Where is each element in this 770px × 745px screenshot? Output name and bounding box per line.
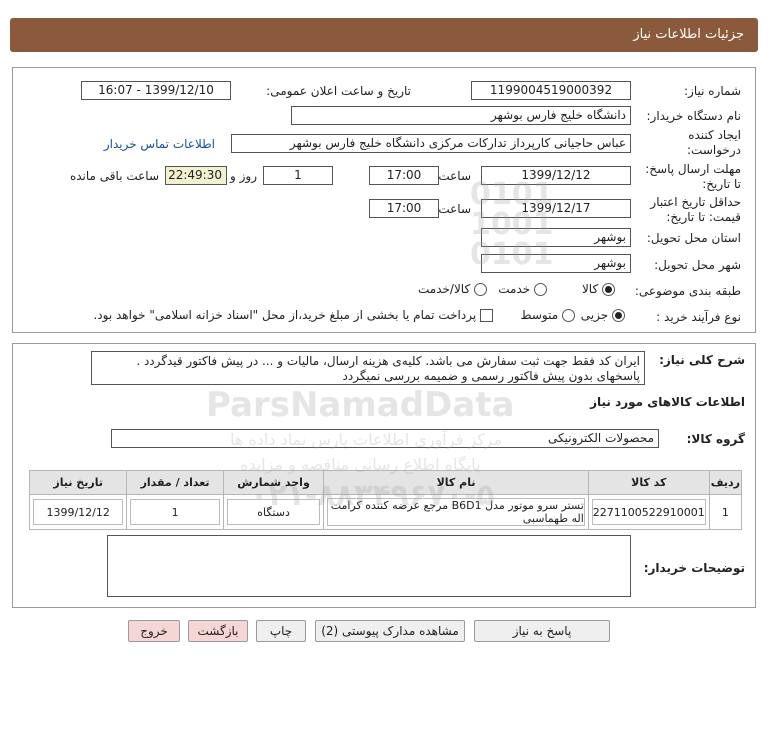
col-unit: واحد شمارش <box>222 470 325 495</box>
buyer-org-label: نام دستگاه خریدار: <box>646 109 742 123</box>
summary-line-1: ایران کد فقط جهت ثبت سفارش می باشد. کلیه… <box>136 354 640 368</box>
exit-button[interactable]: خروج <box>128 620 180 642</box>
announce-date-label: تاریخ و ساعت اعلان عمومی: <box>266 84 411 98</box>
need-number-label: شماره نیاز: <box>684 84 741 98</box>
treasury-payment-option[interactable]: پرداخت تمام یا بخشی از مبلغ خرید،از محل … <box>93 308 493 322</box>
category-option-goods-service[interactable]: کالا/خدمت <box>418 282 487 296</box>
page-title: جزئیات اطلاعات نیاز <box>633 27 744 42</box>
cell-code: 2271100522910001 <box>591 499 706 525</box>
treasury-checkbox[interactable] <box>480 309 493 322</box>
cell-unit: دستگاه <box>226 499 321 525</box>
col-code: کد کالا <box>587 470 710 495</box>
deadline-label-2: تا تاریخ: <box>702 177 741 191</box>
buyer-contact-link[interactable]: اطلاعات تماس خریدار <box>104 137 215 151</box>
table-row: 1 2271100522910001 تستر سرو موتور مدل B6… <box>28 494 743 530</box>
process-option-small[interactable]: جزیی <box>581 308 625 322</box>
radio-service[interactable] <box>534 283 547 296</box>
summary-text: ایران کد فقط جهت ثبت سفارش می باشد. کلیه… <box>91 351 645 385</box>
creator-label: ایجاد کننده <box>688 128 741 142</box>
buyer-org-field: دانشگاه خلیج فارس بوشهر <box>291 106 631 125</box>
days-remaining-field: 1 <box>263 166 333 185</box>
reply-button[interactable]: پاسخ به نیاز <box>474 620 610 642</box>
goods-group-label: گروه کالا: <box>686 432 745 446</box>
province-field: بوشهر <box>481 228 631 247</box>
cell-qty: 1 <box>130 499 220 525</box>
category-label: طبقه بندی موضوعی: <box>634 284 741 298</box>
radio-medium[interactable] <box>562 309 575 322</box>
cell-name: تستر سرو موتور مدل B6D1 مرجع عرضه کننده … <box>327 498 585 526</box>
goods-table: ردیف کد کالا نام کالا واحد شمارش تعداد /… <box>28 470 743 530</box>
validity-time-field: 17:00 <box>369 199 439 218</box>
process-label: نوع فرآیند خرید : <box>656 310 741 324</box>
validity-date-field: 1399/12/17 <box>481 199 631 218</box>
validity-label-2: قیمت: تا تاریخ: <box>666 210 741 224</box>
back-button[interactable]: بازگشت <box>188 620 248 642</box>
deadline-time-field: 17:00 <box>369 166 439 185</box>
creator-label-2: درخواست: <box>687 143 741 157</box>
col-qty: تعداد / مقدار <box>126 470 224 495</box>
cell-index: 1 <box>708 494 743 530</box>
goods-info-title: اطلاعات کالاهای مورد نیاز <box>590 395 745 409</box>
view-attachments-button[interactable]: مشاهده مدارک پیوستی (2) <box>315 620 465 642</box>
table-header-row: ردیف کد کالا نام کالا واحد شمارش تعداد /… <box>28 470 743 495</box>
page-title-bar: جزئیات اطلاعات نیاز <box>10 18 758 52</box>
col-date: تاریخ نیاز <box>28 470 128 495</box>
request-info-panel: شماره نیاز: 1199004519000392 تاریخ و ساع… <box>12 67 756 333</box>
buyer-notes-label: توضیحات خریدار: <box>643 561 745 575</box>
radio-small[interactable] <box>612 309 625 322</box>
province-label: استان محل تحویل: <box>646 231 741 245</box>
days-label: روز و <box>230 169 257 183</box>
city-field: بوشهر <box>481 254 631 273</box>
buyer-notes-field <box>107 535 631 597</box>
process-option-medium[interactable]: متوسط <box>520 308 575 322</box>
announce-date-field: 1399/12/10 - 16:07 <box>81 81 231 100</box>
deadline-date-field: 1399/12/12 <box>481 166 631 185</box>
validity-label: حداقل تاریخ اعتبار <box>650 195 741 209</box>
category-option-goods[interactable]: کالا <box>582 282 615 296</box>
city-label: شهر محل تحویل: <box>654 258 741 272</box>
remaining-time-label: ساعت باقی مانده <box>69 169 159 183</box>
cell-date: 1399/12/12 <box>33 499 124 525</box>
creator-field: عباس حاجیانی کارپرداز تدارکات مرکزی دانش… <box>231 134 631 153</box>
col-name: نام کالا <box>323 470 589 495</box>
print-button[interactable]: چاپ <box>256 620 306 642</box>
summary-line-2: پاسخهای بدون پیش فاکتور رسمی و ضمیمه برر… <box>342 369 640 383</box>
deadline-label: مهلت ارسال پاسخ: <box>645 162 741 176</box>
col-index: ردیف <box>708 470 743 495</box>
action-bar: پاسخ به نیاز مشاهده مدارک پیوستی (2) چاپ… <box>0 620 770 644</box>
deadline-time-label: ساعت <box>438 169 471 183</box>
goods-group-field: محصولات الکترونیکی <box>111 429 659 448</box>
need-number-field: 1199004519000392 <box>471 81 631 100</box>
need-details-panel: شرح کلی نیاز: ایران کد فقط جهت ثبت سفارش… <box>12 343 756 608</box>
remaining-time-field: 22:49:30 <box>165 166 227 185</box>
radio-goods[interactable] <box>602 283 615 296</box>
summary-label: شرح کلی نیاز: <box>659 353 745 367</box>
validity-time-label: ساعت <box>438 202 471 216</box>
radio-goods-service[interactable] <box>474 283 487 296</box>
category-option-service[interactable]: خدمت <box>498 282 547 296</box>
